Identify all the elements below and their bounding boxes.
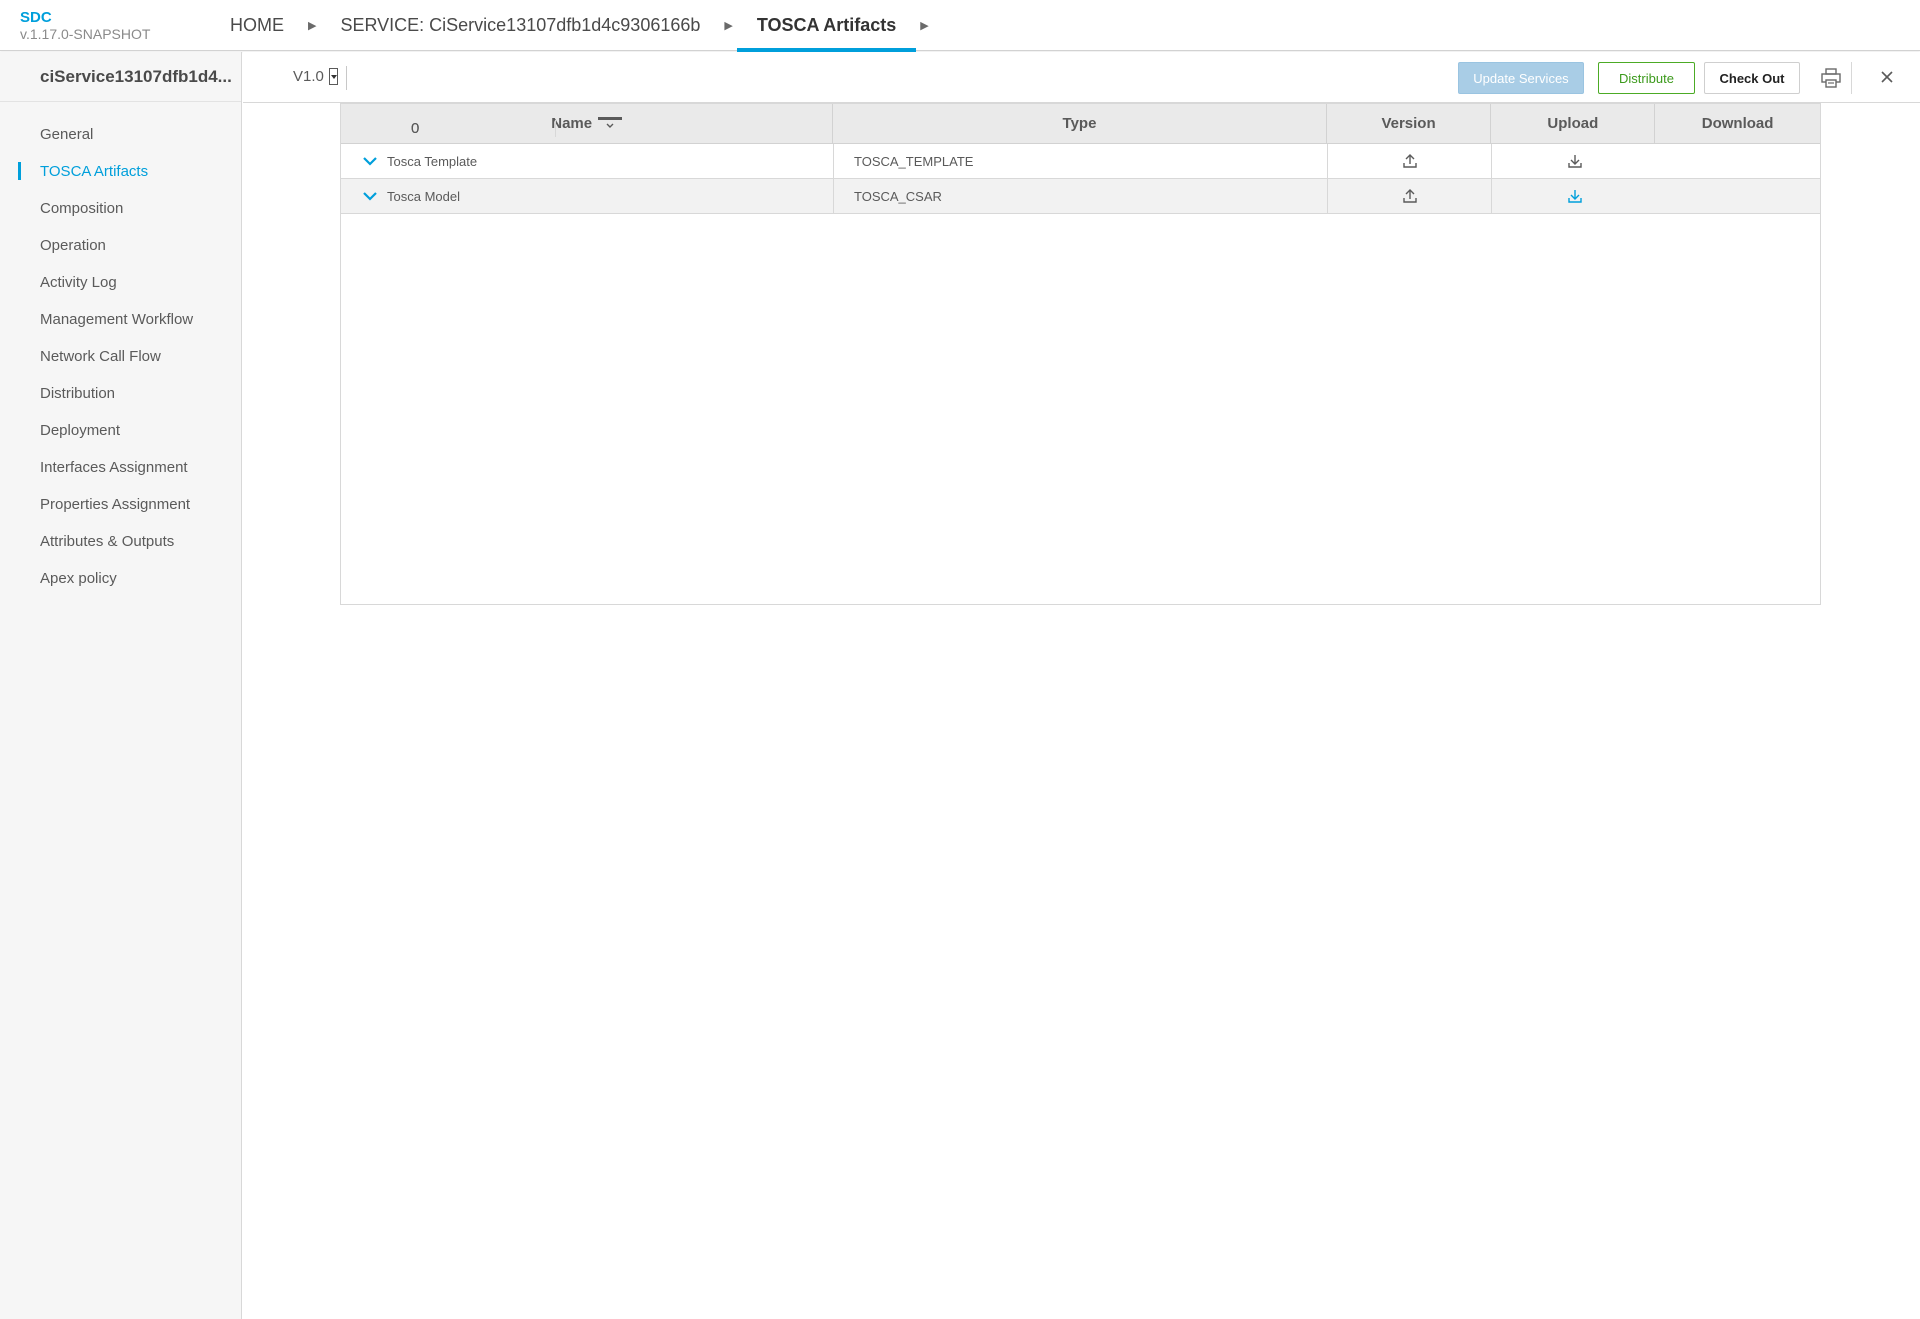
table-row[interactable]: Tosca Template TOSCA_TEMPLATE 0 — [341, 120, 1820, 179]
chevron-right-icon[interactable]: ▶ — [304, 0, 320, 51]
artifact-name: Tosca Template — [387, 153, 478, 169]
top-bar: SDC v.1.17.0-SNAPSHOT HOME ▶ SERVICE: Ci… — [0, 0, 1920, 52]
breadcrumb-home[interactable]: HOME — [210, 0, 304, 51]
column-header-type[interactable]: Type — [833, 104, 1327, 143]
sidebar-item-management-workflow[interactable]: Management Workflow — [0, 301, 241, 338]
sidebar-item-activity-log[interactable]: Activity Log — [0, 264, 241, 301]
app-version: v.1.17.0-SNAPSHOT — [20, 26, 151, 42]
cell-download — [1492, 144, 1657, 178]
close-icon[interactable] — [1879, 69, 1895, 85]
cell-type: TOSCA_TEMPLATE — [834, 144, 1328, 178]
caret-down-icon[interactable] — [328, 68, 338, 85]
sidebar: ciService13107dfb1d4... General TOSCA Ar… — [0, 52, 242, 1319]
breadcrumb-tosca-artifacts[interactable]: TOSCA Artifacts — [736, 0, 917, 52]
distribute-button[interactable]: Distribute — [1598, 62, 1695, 94]
sidebar-item-operation[interactable]: Operation — [0, 227, 241, 264]
version-label: V1.0 — [293, 68, 324, 85]
upload-icon[interactable] — [1402, 188, 1418, 204]
table-header: Name Type Version Upload Download — [341, 104, 1820, 144]
expand-chevron-icon[interactable] — [363, 156, 377, 166]
cell-name: Tosca Template — [341, 144, 834, 178]
sidebar-item-network-call-flow[interactable]: Network Call Flow — [0, 338, 241, 375]
artifacts-table: Name Type Version Upload Download Tosca … — [340, 103, 1821, 605]
divider — [1851, 62, 1852, 94]
download-icon[interactable] — [1567, 153, 1583, 169]
cell-download — [1492, 179, 1657, 213]
cell-name: Tosca Model — [341, 179, 834, 213]
sidebar-item-interfaces-assignment[interactable]: Interfaces Assignment — [0, 449, 241, 486]
sidebar-item-general[interactable]: General — [0, 116, 241, 153]
sidebar-item-apex-policy[interactable]: Apex policy — [0, 560, 241, 597]
sort-icon[interactable] — [598, 116, 623, 132]
divider — [346, 66, 347, 90]
sidebar-item-composition[interactable]: Composition — [0, 190, 241, 227]
breadcrumb: HOME ▶ SERVICE: CiService13107dfb1d4c930… — [210, 0, 933, 52]
cell-upload — [1328, 144, 1492, 178]
breadcrumb-service[interactable]: SERVICE: CiService13107dfb1d4c9306166b — [320, 0, 720, 51]
chevron-right-icon[interactable]: ▶ — [720, 0, 736, 51]
toolbar: V1.0 Update Services Distribute Check Ou… — [243, 52, 1920, 103]
column-header-upload[interactable]: Upload — [1491, 104, 1656, 143]
cell-type: TOSCA_CSAR — [834, 179, 1328, 213]
sidebar-menu: General TOSCA Artifacts Composition Oper… — [0, 116, 241, 597]
sidebar-item-deployment[interactable]: Deployment — [0, 412, 241, 449]
sidebar-item-tosca-artifacts[interactable]: TOSCA Artifacts — [0, 153, 241, 190]
app-logo[interactable]: SDC v.1.17.0-SNAPSHOT — [20, 9, 151, 43]
print-icon[interactable] — [1820, 67, 1842, 89]
upload-icon[interactable] — [1402, 153, 1418, 169]
column-header-label: Name — [551, 115, 593, 132]
column-header-version[interactable]: Version — [1327, 104, 1492, 143]
service-name-title: ciService13107dfb1d4... — [0, 52, 241, 102]
check-out-button[interactable]: Check Out — [1704, 62, 1800, 94]
sidebar-item-distribution[interactable]: Distribution — [0, 375, 241, 412]
chevron-right-icon[interactable]: ▶ — [916, 0, 932, 51]
column-header-download[interactable]: Download — [1655, 104, 1820, 143]
version-select[interactable]: V1.0 — [293, 68, 338, 85]
sidebar-item-properties-assignment[interactable]: Properties Assignment — [0, 486, 241, 523]
cell-version: 0 — [391, 120, 556, 137]
cell-upload — [1328, 179, 1492, 213]
app-name: SDC — [20, 9, 52, 26]
expand-chevron-icon[interactable] — [363, 191, 377, 201]
artifact-name: Tosca Model — [387, 188, 460, 204]
download-icon[interactable] — [1567, 188, 1583, 204]
sidebar-item-attributes-outputs[interactable]: Attributes & Outputs — [0, 523, 241, 560]
update-services-button[interactable]: Update Services — [1458, 62, 1584, 94]
table-row[interactable]: Tosca Model TOSCA_CSAR 0 — [341, 120, 1820, 214]
